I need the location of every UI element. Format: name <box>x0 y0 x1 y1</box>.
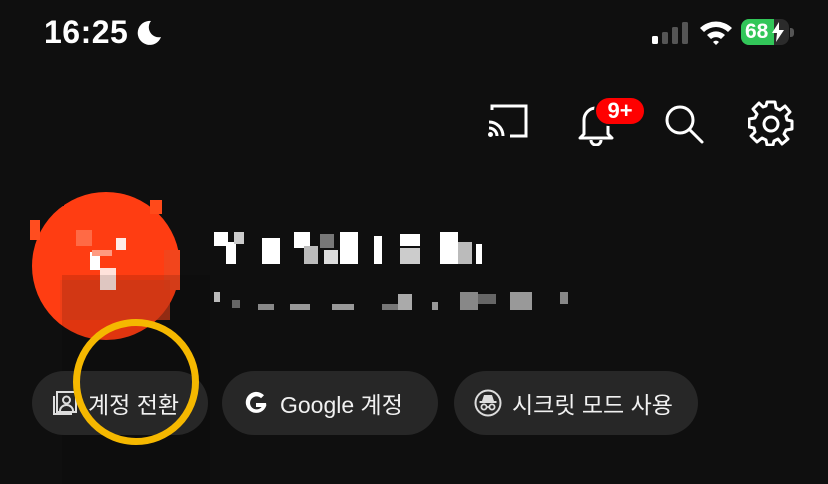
google-account-button[interactable]: Google 계정 <box>222 371 438 435</box>
charging-bolt-icon <box>772 22 784 42</box>
chip-label: 시크릿 모드 사용 <box>512 392 673 418</box>
cast-icon[interactable] <box>486 102 530 142</box>
search-icon[interactable] <box>662 102 706 146</box>
incognito-icon <box>474 389 502 417</box>
channel-name-redacted <box>214 232 482 264</box>
channel-handle-redacted <box>214 292 568 310</box>
google-g-icon <box>245 391 267 413</box>
moon-icon <box>137 20 161 45</box>
highlight-annotation-circle <box>73 319 199 445</box>
battery-charging-icon: 68 <box>741 19 795 47</box>
status-time: 16:25 <box>44 14 129 50</box>
notification-badge: 9+ <box>594 96 646 126</box>
cellular-signal-icon <box>652 22 688 44</box>
wifi-icon <box>700 21 732 45</box>
chip-label: Google 계정 <box>280 392 403 418</box>
battery-level: 68 <box>745 20 769 43</box>
incognito-mode-button[interactable]: 시크릿 모드 사용 <box>454 371 698 435</box>
settings-gear-icon[interactable] <box>748 100 794 146</box>
